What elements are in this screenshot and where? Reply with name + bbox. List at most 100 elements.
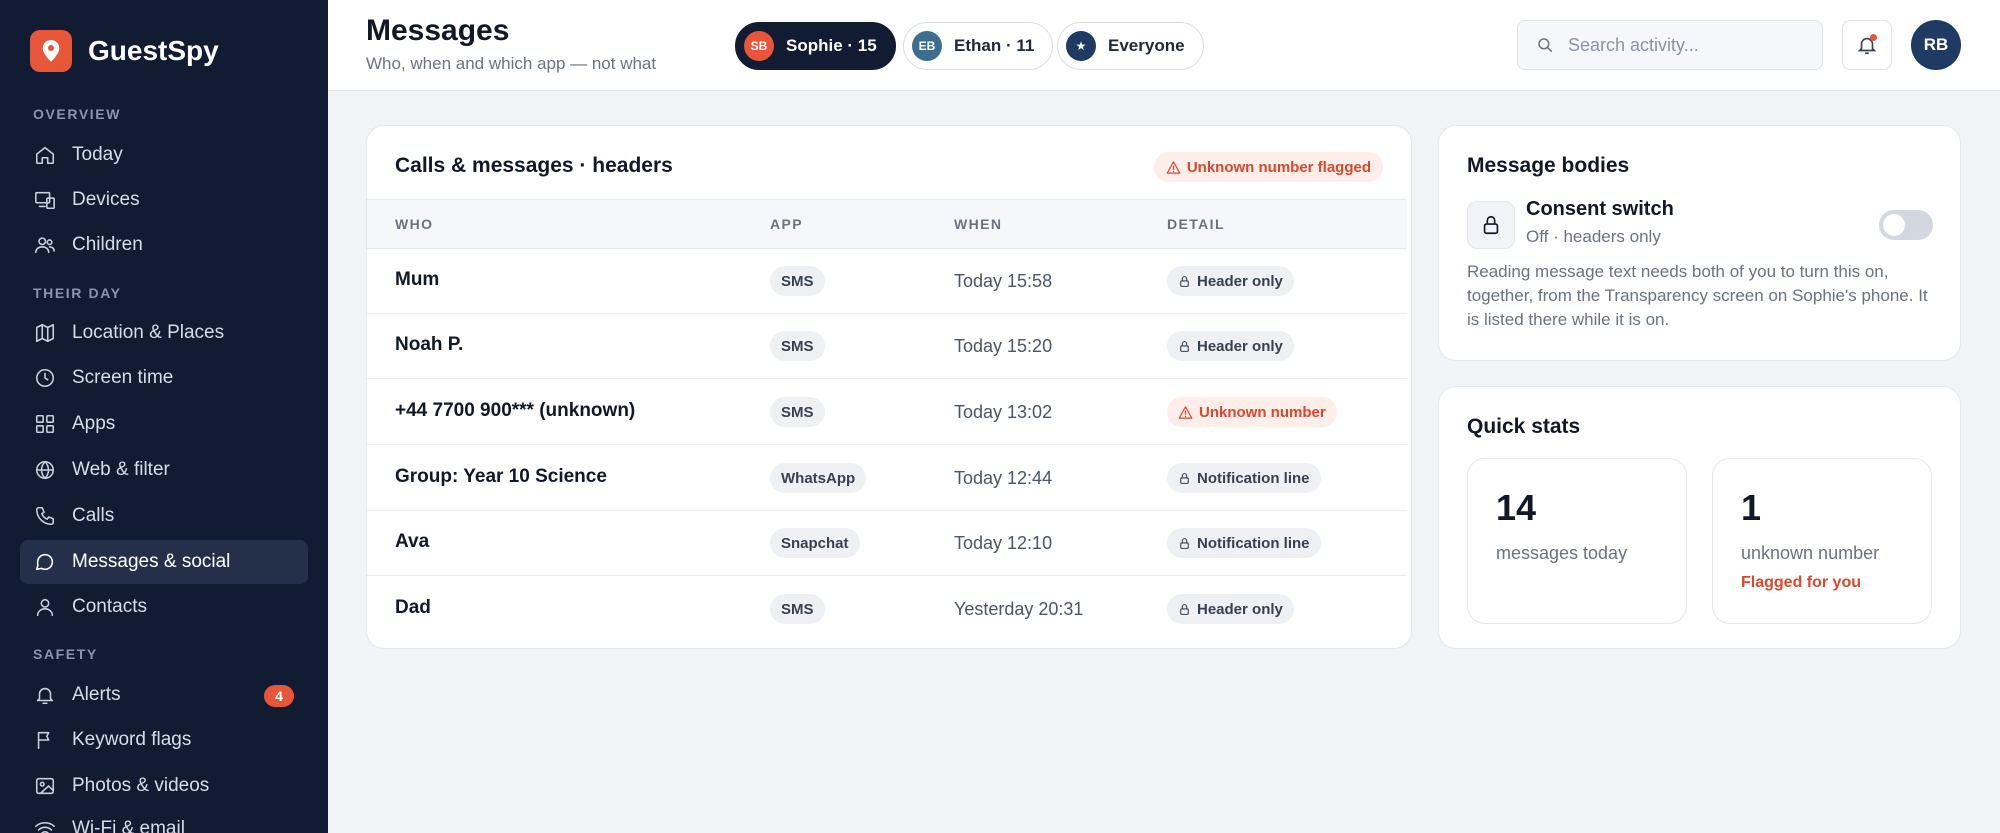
detail-tag: Notification line xyxy=(1167,528,1321,558)
quick-stats-card: Quick stats 14 messages today 1 unknown … xyxy=(1438,386,1961,649)
avatar: EB xyxy=(912,31,942,61)
sidebar-item-keyword-flags[interactable]: Keyword flags xyxy=(20,718,308,762)
warning-icon xyxy=(1166,160,1181,174)
lock-icon xyxy=(1180,537,1189,549)
child-chip-ethan[interactable]: EB Ethan · 11 xyxy=(903,22,1054,70)
chip-label: Sophie · 15 xyxy=(786,36,877,55)
globe-icon xyxy=(34,459,56,481)
sidebar-item-label: Apps xyxy=(72,413,116,434)
nav-section-overview: OVERVIEW xyxy=(33,106,122,122)
sidebar-item-wifi-email[interactable]: Wi-Fi & email xyxy=(20,807,308,833)
flag-icon xyxy=(34,729,56,751)
map-pin-icon xyxy=(30,30,72,72)
child-chip-everyone[interactable]: ★ Everyone xyxy=(1057,22,1204,70)
child-chip-sophie[interactable]: SB Sophie · 15 xyxy=(735,22,896,70)
consent-status: Off · headers only xyxy=(1526,227,1661,246)
users-icon xyxy=(34,234,56,256)
chip-label: Ethan · 11 xyxy=(954,36,1035,55)
page-title: Messages xyxy=(366,14,510,47)
lock-icon xyxy=(1467,201,1515,249)
sidebar-item-apps[interactable]: Apps xyxy=(20,402,308,446)
table-row[interactable]: +44 7700 900*** (unknown) SMS Today 13:0… xyxy=(367,380,1407,445)
row-when: Today 15:58 xyxy=(954,271,1053,291)
row-who: Dad xyxy=(395,597,431,618)
sidebar-item-label: Keyword flags xyxy=(72,729,192,750)
row-when: Today 12:44 xyxy=(954,468,1053,488)
row-who: +44 7700 900*** (unknown) xyxy=(395,400,636,421)
sidebar-item-label: Calls xyxy=(72,505,115,526)
stat-flag-note: Flagged for you xyxy=(1741,574,1861,591)
sidebar-item-alerts[interactable]: Alerts 4 xyxy=(20,673,308,717)
notifications-button[interactable] xyxy=(1842,20,1892,70)
brand-name: GuestSpy xyxy=(88,35,219,66)
detail-tag: Header only xyxy=(1167,594,1294,624)
lock-icon xyxy=(1180,472,1189,484)
detail-label: Header only xyxy=(1197,337,1283,355)
app-badge: SMS xyxy=(770,594,825,624)
card-title: Message bodies xyxy=(1467,154,1630,177)
chip-label: Everyone xyxy=(1108,36,1185,55)
table-row[interactable]: Dad SMS Yesterday 20:31 Header only xyxy=(367,577,1407,642)
sidebar-item-label: Children xyxy=(72,234,143,255)
app-badge: SMS xyxy=(770,397,825,427)
app-badge: Snapchat xyxy=(770,528,860,558)
sidebar-item-today[interactable]: Today xyxy=(20,133,308,177)
lock-icon xyxy=(1180,340,1189,352)
detail-label: Header only xyxy=(1197,272,1283,290)
stat-unknown-number[interactable]: 1 unknown number Flagged for you xyxy=(1712,458,1932,624)
card-title: Quick stats xyxy=(1467,415,1581,438)
bell-icon xyxy=(34,684,56,706)
sidebar-item-devices[interactable]: Devices xyxy=(20,178,308,222)
image-icon xyxy=(34,775,56,797)
stat-label: unknown number xyxy=(1741,543,1880,563)
sidebar-item-contacts[interactable]: Contacts xyxy=(20,585,308,629)
row-who: Noah P. xyxy=(395,334,464,355)
stat-value: 1 xyxy=(1741,487,1762,528)
message-bodies-card: Message bodies Consent switch Off · head… xyxy=(1438,125,1961,361)
home-icon xyxy=(34,144,56,166)
sidebar-item-label: Location & Places xyxy=(72,322,225,343)
sidebar-item-photos-videos[interactable]: Photos & videos xyxy=(20,764,308,808)
app-badge: SMS xyxy=(770,331,825,361)
sidebar-item-screen-time[interactable]: Screen time xyxy=(20,356,308,400)
search-box[interactable] xyxy=(1517,20,1823,70)
consent-toggle[interactable] xyxy=(1879,210,1933,240)
detail-tag: Header only xyxy=(1167,331,1294,361)
sidebar-item-location[interactable]: Location & Places xyxy=(20,311,308,355)
devices-icon xyxy=(34,189,56,211)
column-header-app: APP xyxy=(770,216,803,232)
search-icon xyxy=(1538,38,1553,53)
stat-label: messages today xyxy=(1496,543,1628,563)
row-who: Ava xyxy=(395,531,430,552)
table-row[interactable]: Noah P. SMS Today 15:20 Header only xyxy=(367,314,1407,379)
search-input[interactable] xyxy=(1568,34,1808,56)
table-row[interactable]: Group: Year 10 Science WhatsApp Today 12… xyxy=(367,446,1407,511)
sidebar-item-label: Today xyxy=(72,144,123,165)
detail-tag: Header only xyxy=(1167,266,1294,296)
sidebar-item-label: Web & filter xyxy=(72,459,170,480)
lock-icon xyxy=(1180,275,1189,287)
detail-label: Unknown number xyxy=(1199,403,1326,421)
sidebar-item-children[interactable]: Children xyxy=(20,223,308,267)
table-header: WHO APP WHEN DETAIL xyxy=(367,199,1407,249)
sidebar-item-web-filter[interactable]: Web & filter xyxy=(20,448,308,492)
clock-icon xyxy=(34,367,56,389)
app-badge: WhatsApp xyxy=(770,463,867,493)
sidebar-item-calls[interactable]: Calls xyxy=(20,494,308,538)
detail-label: Header only xyxy=(1197,600,1283,618)
detail-tag: Notification line xyxy=(1167,463,1321,493)
sidebar-item-label: Messages & social xyxy=(72,551,231,572)
sidebar-item-label: Alerts xyxy=(72,684,121,705)
sidebar-item-messages-social[interactable]: Messages & social xyxy=(20,540,308,584)
table-row[interactable]: Ava Snapchat Today 12:10 Notification li… xyxy=(367,511,1407,576)
grid-icon xyxy=(34,413,56,435)
phone-icon xyxy=(34,505,56,527)
brand[interactable]: GuestSpy xyxy=(30,30,219,72)
user-avatar[interactable]: RB xyxy=(1911,20,1961,70)
unknown-number-flag-badge: Unknown number flagged xyxy=(1153,152,1383,182)
row-who: Mum xyxy=(395,269,440,290)
row-when: Today 12:10 xyxy=(954,533,1053,553)
warning-icon xyxy=(1178,405,1193,419)
column-header-who: WHO xyxy=(395,216,434,232)
table-row[interactable]: Mum SMS Today 15:58 Header only xyxy=(367,249,1407,314)
